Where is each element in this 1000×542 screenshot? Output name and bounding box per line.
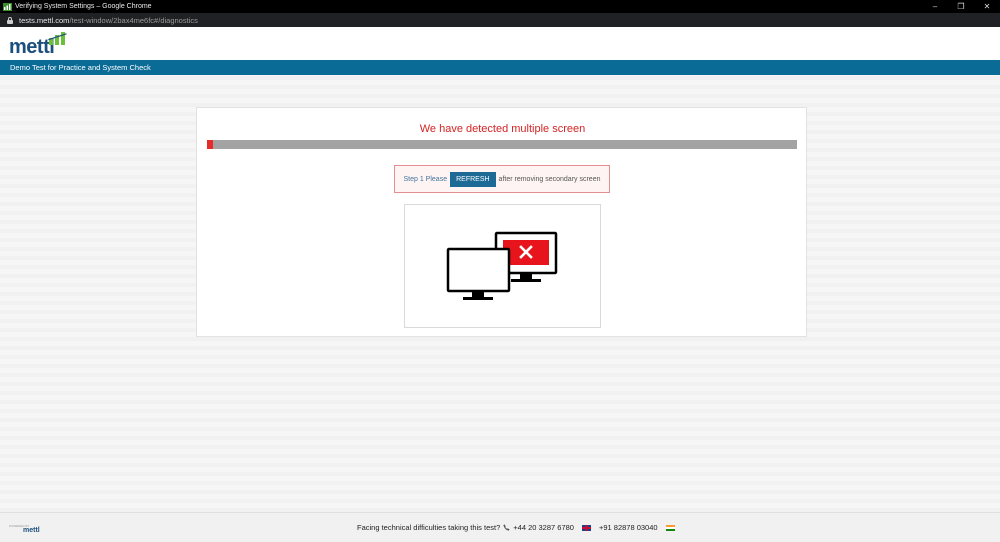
uk-flag-icon [581, 524, 591, 531]
browser-title-bar: Verifying System Settings – Google Chrom… [0, 0, 1000, 13]
multiple-screen-illustration [404, 204, 601, 328]
support-info: Facing technical difficulties taking thi… [357, 523, 683, 532]
window-title: Verifying System Settings – Google Chrom… [15, 3, 152, 10]
test-subheader: Demo Test for Practice and System Check [0, 60, 1000, 75]
phone-uk[interactable]: +44 20 3287 6780 [513, 523, 574, 532]
refresh-button[interactable]: REFRESH [450, 171, 496, 187]
india-flag-icon [665, 524, 675, 531]
minimize-button[interactable]: – [922, 0, 948, 13]
progress-bar [207, 140, 797, 149]
diagnostics-card: We have detected multiple screen Step 1 … [196, 107, 807, 337]
monitor-icon [446, 247, 511, 300]
app-icon [3, 2, 12, 11]
footer-logo: POWERED BY mettl [9, 524, 41, 534]
step-suffix: after removing secondary screen [498, 175, 601, 183]
url-text[interactable]: tests.mettl.com/test-window/2bax4me6fc#/… [19, 16, 198, 25]
url-host: tests.mettl.com [19, 15, 70, 25]
maximize-button[interactable]: ❐ [948, 0, 974, 13]
window-controls: – ❐ ✕ [922, 0, 1000, 13]
card-title: We have detected multiple screen [419, 123, 586, 135]
step-instruction-box: Step 1 Please REFRESH after removing sec… [394, 165, 610, 193]
footer-brand: mettl [23, 527, 40, 534]
page-footer: POWERED BY mettl Facing technical diffic… [0, 512, 1000, 542]
url-path: /test-window/2bax4me6fc#/diagnostics [69, 15, 198, 25]
progress-fill [207, 140, 213, 149]
lock-icon[interactable] [7, 16, 13, 24]
logo-bars-icon [48, 32, 67, 45]
phone-icon [503, 524, 510, 531]
phone-in[interactable]: +91 82878 03040 [599, 523, 658, 532]
step-label: Step 1 Please [403, 175, 448, 183]
address-bar[interactable]: tests.mettl.com/test-window/2bax4me6fc#/… [0, 13, 1000, 27]
close-window-button[interactable]: ✕ [974, 0, 1000, 13]
site-header: mettl [0, 27, 1000, 60]
support-text: Facing technical difficulties taking thi… [357, 523, 501, 532]
